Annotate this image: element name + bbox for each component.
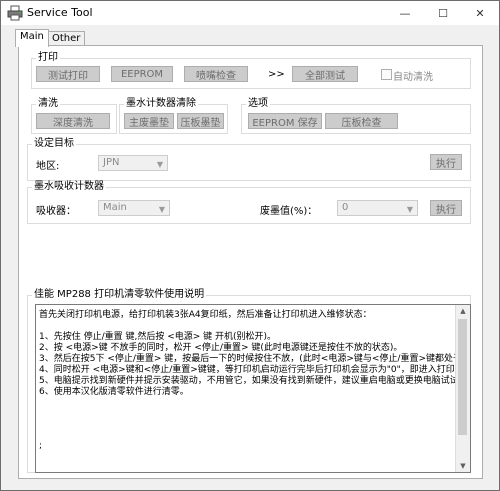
instruction-line: 3、然后在按5下 <停止/重置> 键，按最后一下的时候按住不放，(此时<电源>键…	[39, 354, 471, 364]
instruction-line: 4、同时松开 <电源>键和<停止/重置>键键，等打印机启动运行完毕后打印机会显示…	[39, 365, 464, 375]
scrollbar-thumb[interactable]	[458, 319, 467, 435]
set-target-group: 设定目标 地区: JPN ▼ 执行	[27, 138, 471, 181]
window-title: Service Tool	[27, 6, 93, 19]
arrows-label: >>	[268, 69, 285, 80]
absorber-select-value: Main	[103, 202, 127, 213]
scroll-down-icon[interactable]: ▼	[458, 462, 468, 470]
text-caret: ;	[39, 441, 43, 451]
instructions-title: 佳能 MP288 打印机清零软件使用说明	[32, 289, 207, 301]
service-tool-window: Service Tool — ☐ ✕ Main Other 打印 测试打印 EE…	[0, 0, 500, 491]
close-icon: ✕	[475, 6, 485, 20]
ink-counter-group-label: 墨水计数器清除	[124, 98, 198, 110]
auto-clean-label: 自动清洗	[393, 72, 433, 83]
absorber-select[interactable]: Main ▼	[98, 200, 170, 216]
printer-icon	[7, 5, 23, 21]
chevron-down-icon: ▼	[158, 205, 165, 214]
title-bar: Service Tool — ☐ ✕	[1, 1, 499, 25]
platen-ink-pad-button[interactable]: 压板墨垫	[177, 113, 224, 129]
nozzle-check-button[interactable]: 喷嘴检查	[184, 66, 248, 82]
options-group: 选项 EEPROM 保存 压板检查	[241, 98, 471, 134]
print-group: 打印 测试打印 EEPROM 喷嘴检查 >> 全部测试 自动清洗	[31, 52, 471, 89]
chevron-down-icon: ▼	[156, 160, 163, 169]
instructions-textbox[interactable]: 首先关闭打印机电源，给打印机装3张A4复印纸，然后准备让打印机进入维修状态： 1…	[35, 304, 471, 473]
eeprom-save-button[interactable]: EEPROM 保存	[248, 113, 322, 129]
options-group-label: 选项	[246, 98, 270, 110]
all-test-button[interactable]: 全部测试	[292, 66, 358, 82]
tab-other[interactable]: Other	[47, 31, 86, 46]
test-print-button[interactable]: 测试打印	[36, 66, 100, 82]
ink-counter-clear-group: 墨水计数器清除 主废墨垫 压板墨垫	[119, 98, 228, 134]
print-group-label: 打印	[36, 52, 60, 64]
absorber-label: 吸收器：	[36, 206, 76, 217]
instruction-line: 6、使用本汉化版清零软件进行清零。	[39, 387, 189, 397]
instruction-line: 2、按 <电源>键 不放手的同时，松开 <停止/重置> 键(此时电源键还是按住不…	[39, 343, 403, 353]
instruction-line: 首先关闭打印机电源，给打印机装3张A4复印纸，然后准备让打印机进入维修状态：	[39, 310, 372, 320]
maximize-button[interactable]: ☐	[424, 1, 462, 25]
vertical-scrollbar[interactable]: ▲ ▼	[455, 305, 470, 472]
auto-clean-checkbox[interactable]	[381, 69, 392, 80]
minimize-icon: —	[399, 6, 411, 20]
scroll-up-icon[interactable]: ▲	[458, 307, 468, 315]
chevron-down-icon: ▼	[406, 205, 413, 214]
deep-clean-button[interactable]: 深度清洗	[36, 113, 110, 129]
absorber-exec-button[interactable]: 执行	[430, 200, 462, 216]
minimize-button[interactable]: —	[386, 1, 424, 25]
instruction-line: 5、电脑提示找到新硬件并提示安装驱动，不用管它，如果没有找到新硬件，建议重启电脑…	[39, 376, 459, 386]
waste-ink-label: 废墨值(%)：	[260, 206, 318, 217]
clean-group-label: 清洗	[36, 98, 60, 110]
region-select-value: JPN	[103, 157, 120, 168]
region-select[interactable]: JPN ▼	[98, 155, 168, 171]
platen-check-button[interactable]: 压板检查	[325, 113, 398, 129]
main-tab-panel: 打印 测试打印 EEPROM 喷嘴检查 >> 全部测试 自动清洗 清洗 深度清洗…	[18, 45, 483, 479]
main-ink-pad-button[interactable]: 主废墨垫	[124, 113, 174, 129]
waste-ink-select-value: 0	[342, 202, 349, 213]
waste-ink-select[interactable]: 0 ▼	[337, 200, 418, 216]
tab-main[interactable]: Main	[15, 29, 49, 47]
clean-group: 清洗 深度清洗	[31, 98, 117, 134]
instruction-line: 1、先按住 停止/重置 键,然后按 <电源> 键 开机(别松开)。	[39, 332, 277, 342]
region-label: 地区:	[36, 161, 60, 172]
set-target-group-label: 设定目标	[32, 138, 76, 150]
maximize-icon: ☐	[438, 6, 448, 20]
set-target-exec-button[interactable]: 执行	[430, 154, 462, 170]
absorber-group-label: 墨水吸收计数器	[32, 181, 106, 193]
close-button[interactable]: ✕	[461, 1, 499, 25]
eeprom-button[interactable]: EEPROM	[111, 66, 173, 82]
absorber-counter-group: 墨水吸收计数器 吸收器： Main ▼ 废墨值(%)： 0 ▼ 执行	[27, 181, 471, 224]
